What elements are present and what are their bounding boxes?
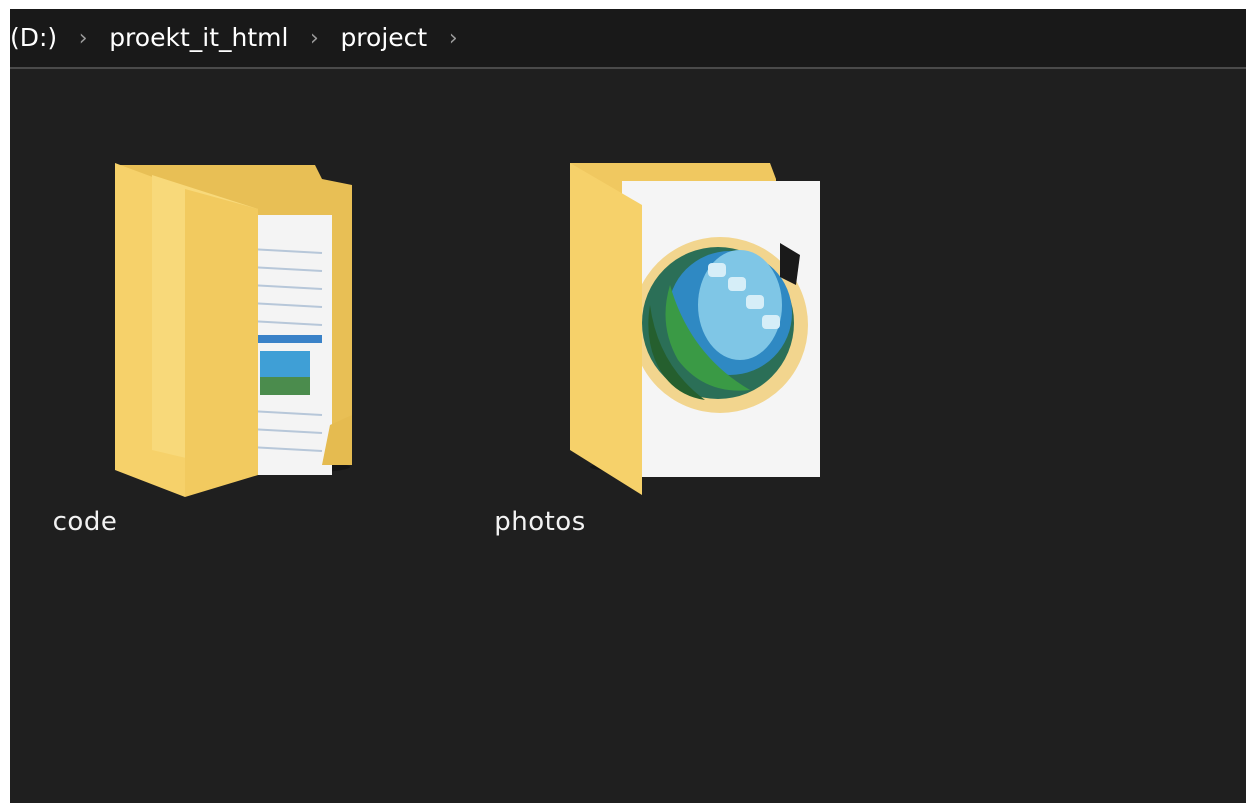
chevron-right-icon[interactable]: › bbox=[61, 26, 105, 51]
breadcrumb-proekt-it-html[interactable]: proekt_it_html bbox=[105, 9, 292, 67]
file-explorer-window: (D:) › proekt_it_html › project › code p… bbox=[10, 9, 1246, 803]
folder-label: photos bbox=[494, 507, 586, 537]
breadcrumb-project[interactable]: project bbox=[336, 9, 431, 67]
folder-image-icon bbox=[570, 163, 820, 495]
breadcrumb-drive[interactable]: (D:) bbox=[10, 9, 61, 67]
folder-documents-icon bbox=[115, 163, 352, 497]
folder-content-area[interactable]: code photos bbox=[10, 69, 1246, 803]
chevron-right-icon[interactable]: › bbox=[292, 26, 336, 51]
folder-item-photos[interactable]: photos bbox=[494, 145, 860, 565]
chevron-right-icon[interactable]: › bbox=[431, 26, 475, 51]
folder-item-code[interactable]: code bbox=[53, 145, 410, 565]
address-bar[interactable]: (D:) › proekt_it_html › project › bbox=[10, 9, 1246, 69]
folder-label: code bbox=[52, 507, 118, 537]
